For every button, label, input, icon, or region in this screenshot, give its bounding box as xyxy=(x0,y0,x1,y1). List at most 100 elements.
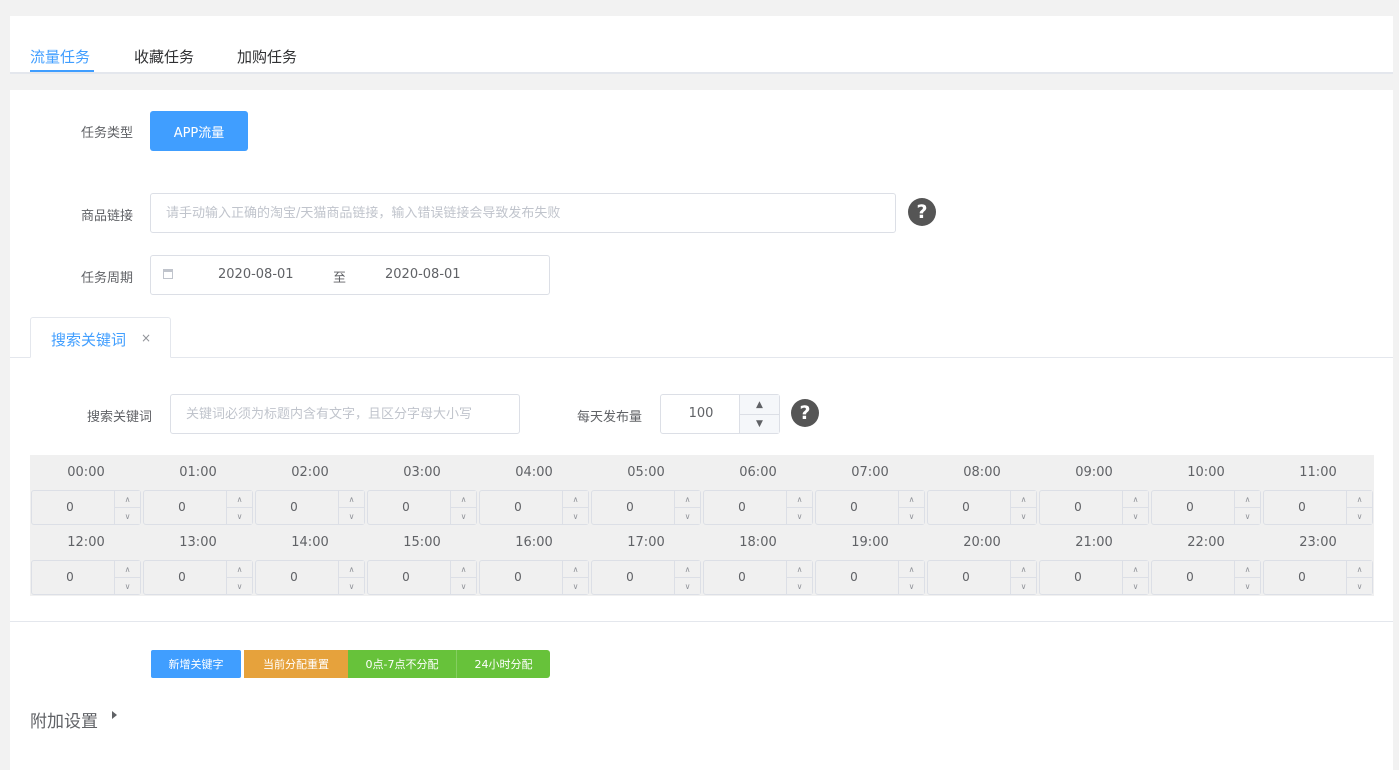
down-chevron-icon[interactable]: ∨ xyxy=(1234,577,1260,594)
down-chevron-icon[interactable]: ▼ xyxy=(739,414,779,433)
hour-value-stepper[interactable]: 0 ∧ ∨ xyxy=(367,490,477,525)
hour-value-stepper[interactable]: 0 ∧ ∨ xyxy=(1151,490,1261,525)
hour-value-stepper[interactable]: 0 ∧ ∨ xyxy=(255,490,365,525)
search-keyword-input[interactable] xyxy=(170,394,520,434)
product-link-input[interactable] xyxy=(150,193,896,233)
hour-value[interactable]: 0 xyxy=(480,500,556,514)
hour-value-stepper[interactable]: 0 ∧ ∨ xyxy=(31,560,141,595)
down-chevron-icon[interactable]: ∨ xyxy=(786,507,812,524)
hour-value[interactable]: 0 xyxy=(32,500,108,514)
hour-value[interactable]: 0 xyxy=(704,500,780,514)
down-chevron-icon[interactable]: ∨ xyxy=(1346,507,1372,524)
hour-value[interactable]: 0 xyxy=(1152,500,1228,514)
down-chevron-icon[interactable]: ∨ xyxy=(898,577,924,594)
search-keyword-tab[interactable]: 搜索关键词 × xyxy=(30,317,171,358)
up-chevron-icon[interactable]: ∧ xyxy=(1010,561,1036,578)
all-day-allocation-button[interactable]: 24小时分配 xyxy=(457,650,550,678)
hour-value-stepper[interactable]: 0 ∧ ∨ xyxy=(479,560,589,595)
hour-value-stepper[interactable]: 0 ∧ ∨ xyxy=(1039,560,1149,595)
caret-right-icon[interactable] xyxy=(112,711,117,719)
hour-value-stepper[interactable]: 0 ∧ ∨ xyxy=(591,490,701,525)
hour-value[interactable]: 0 xyxy=(1264,500,1340,514)
extra-settings-toggle[interactable]: 附加设置 xyxy=(30,707,98,732)
hour-value-stepper[interactable]: 0 ∧ ∨ xyxy=(1263,560,1373,595)
hour-value-stepper[interactable]: 0 ∧ ∨ xyxy=(927,490,1037,525)
up-chevron-icon[interactable]: ∧ xyxy=(450,491,476,508)
down-chevron-icon[interactable]: ∨ xyxy=(1234,507,1260,524)
hour-value-stepper[interactable]: 0 ∧ ∨ xyxy=(927,560,1037,595)
hour-value[interactable]: 0 xyxy=(480,570,556,584)
down-chevron-icon[interactable]: ∨ xyxy=(674,507,700,524)
hour-value[interactable]: 0 xyxy=(704,570,780,584)
hour-value[interactable]: 0 xyxy=(592,570,668,584)
down-chevron-icon[interactable]: ∨ xyxy=(226,507,252,524)
hour-value-stepper[interactable]: 0 ∧ ∨ xyxy=(367,560,477,595)
up-chevron-icon[interactable]: ∧ xyxy=(450,561,476,578)
date-start[interactable]: 2020-08-01 xyxy=(218,267,294,282)
up-chevron-icon[interactable]: ∧ xyxy=(1122,561,1148,578)
up-chevron-icon[interactable]: ∧ xyxy=(226,561,252,578)
hour-value-stepper[interactable]: 0 ∧ ∨ xyxy=(815,560,925,595)
hour-value-stepper[interactable]: 0 ∧ ∨ xyxy=(703,490,813,525)
hour-value[interactable]: 0 xyxy=(592,500,668,514)
up-chevron-icon[interactable]: ∧ xyxy=(786,491,812,508)
hour-value[interactable]: 0 xyxy=(144,500,220,514)
down-chevron-icon[interactable]: ∨ xyxy=(338,507,364,524)
up-chevron-icon[interactable]: ∧ xyxy=(226,491,252,508)
down-chevron-icon[interactable]: ∨ xyxy=(1010,577,1036,594)
tab-favorite-task[interactable]: 收藏任务 xyxy=(134,46,194,67)
hour-value-stepper[interactable]: 0 ∧ ∨ xyxy=(143,560,253,595)
hour-value[interactable]: 0 xyxy=(1264,570,1340,584)
up-chevron-icon[interactable]: ∧ xyxy=(898,561,924,578)
down-chevron-icon[interactable]: ∨ xyxy=(226,577,252,594)
add-keyword-button[interactable]: 新增关键字 xyxy=(151,650,241,678)
daily-volume-help-icon[interactable]: ? xyxy=(791,399,819,427)
hour-value[interactable]: 0 xyxy=(32,570,108,584)
hour-value[interactable]: 0 xyxy=(144,570,220,584)
hour-value[interactable]: 0 xyxy=(1152,570,1228,584)
product-link-help-icon[interactable]: ? xyxy=(908,198,936,226)
up-chevron-icon[interactable]: ∧ xyxy=(562,561,588,578)
hour-value-stepper[interactable]: 0 ∧ ∨ xyxy=(591,560,701,595)
hour-value[interactable]: 0 xyxy=(256,500,332,514)
hour-value[interactable]: 0 xyxy=(816,500,892,514)
up-chevron-icon[interactable]: ∧ xyxy=(674,561,700,578)
tab-add-cart-task[interactable]: 加购任务 xyxy=(237,46,297,67)
down-chevron-icon[interactable]: ∨ xyxy=(674,577,700,594)
down-chevron-icon[interactable]: ∨ xyxy=(1122,507,1148,524)
hour-value[interactable]: 0 xyxy=(928,570,1004,584)
hour-value[interactable]: 0 xyxy=(1040,570,1116,584)
hour-value-stepper[interactable]: 0 ∧ ∨ xyxy=(1039,490,1149,525)
up-chevron-icon[interactable]: ∧ xyxy=(786,561,812,578)
down-chevron-icon[interactable]: ∨ xyxy=(1346,577,1372,594)
down-chevron-icon[interactable]: ∨ xyxy=(338,577,364,594)
up-chevron-icon[interactable]: ∧ xyxy=(114,491,140,508)
up-chevron-icon[interactable]: ∧ xyxy=(1234,561,1260,578)
up-chevron-icon[interactable]: ∧ xyxy=(562,491,588,508)
down-chevron-icon[interactable]: ∨ xyxy=(898,507,924,524)
up-chevron-icon[interactable]: ∧ xyxy=(1234,491,1260,508)
hour-value-stepper[interactable]: 0 ∧ ∨ xyxy=(143,490,253,525)
up-chevron-icon[interactable]: ∧ xyxy=(1010,491,1036,508)
down-chevron-icon[interactable]: ∨ xyxy=(1010,507,1036,524)
reset-allocation-button[interactable]: 当前分配重置 xyxy=(244,650,348,678)
hour-value[interactable]: 0 xyxy=(256,570,332,584)
daily-volume-value[interactable]: 100 xyxy=(661,406,741,421)
down-chevron-icon[interactable]: ∨ xyxy=(1122,577,1148,594)
app-traffic-button[interactable]: APP流量 xyxy=(150,111,248,151)
up-chevron-icon[interactable]: ∧ xyxy=(114,561,140,578)
task-period-date-range[interactable]: 2020-08-01 至 2020-08-01 xyxy=(150,255,550,295)
hour-value-stepper[interactable]: 0 ∧ ∨ xyxy=(255,560,365,595)
up-chevron-icon[interactable]: ∧ xyxy=(1346,561,1372,578)
up-chevron-icon[interactable]: ∧ xyxy=(674,491,700,508)
up-chevron-icon[interactable]: ∧ xyxy=(338,561,364,578)
hour-value[interactable]: 0 xyxy=(928,500,1004,514)
up-chevron-icon[interactable]: ∧ xyxy=(1346,491,1372,508)
down-chevron-icon[interactable]: ∨ xyxy=(786,577,812,594)
down-chevron-icon[interactable]: ∨ xyxy=(450,507,476,524)
up-chevron-icon[interactable]: ∧ xyxy=(898,491,924,508)
hour-value-stepper[interactable]: 0 ∧ ∨ xyxy=(31,490,141,525)
down-chevron-icon[interactable]: ∨ xyxy=(114,577,140,594)
down-chevron-icon[interactable]: ∨ xyxy=(562,577,588,594)
hour-value[interactable]: 0 xyxy=(816,570,892,584)
